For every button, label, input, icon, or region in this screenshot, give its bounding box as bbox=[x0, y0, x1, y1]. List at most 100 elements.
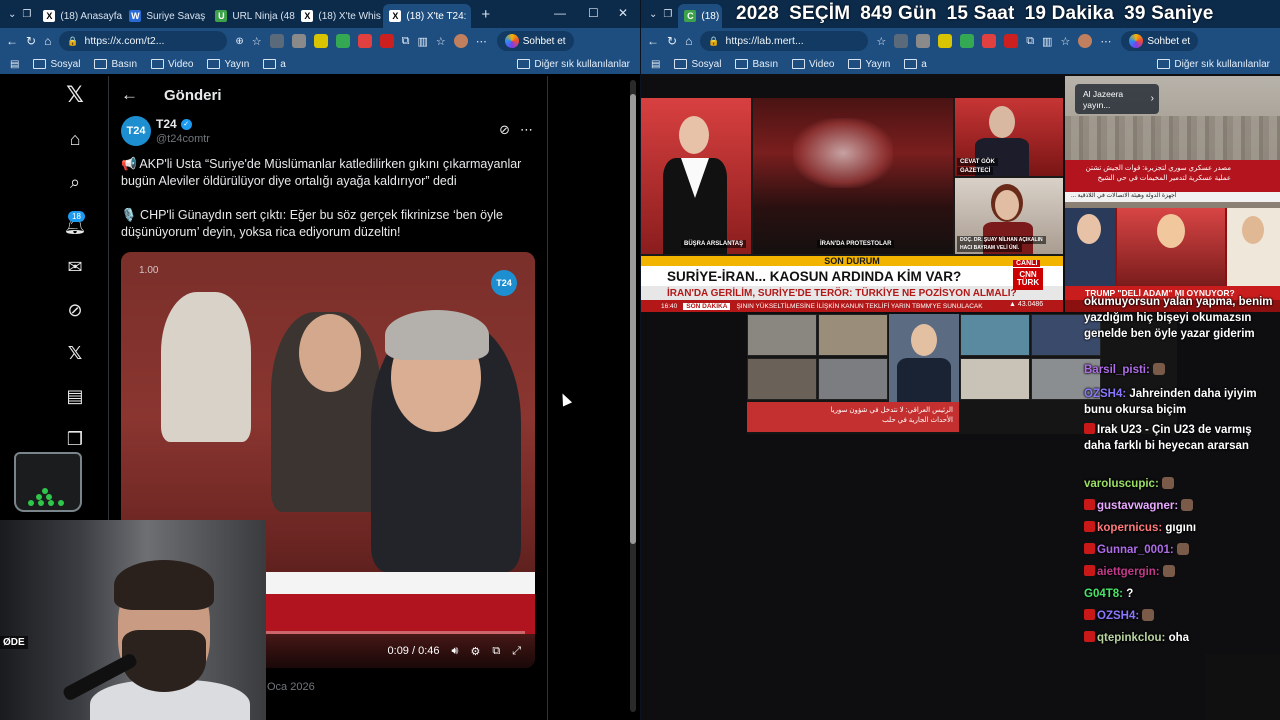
page-scrollbar[interactable] bbox=[630, 80, 636, 712]
chat-username[interactable]: Gunnar_0001: bbox=[1097, 544, 1174, 556]
extension-icon[interactable] bbox=[313, 34, 328, 48]
tab-right-active[interactable]: C (18) C bbox=[678, 4, 723, 28]
bookmark-folder-yayin[interactable]: Yayın bbox=[848, 59, 890, 70]
minimize-icon[interactable]: — bbox=[554, 6, 566, 20]
home-icon[interactable]: ⌂ bbox=[44, 34, 51, 48]
tab-anasayfa[interactable]: X (18) Anasayfa bbox=[37, 4, 123, 28]
favorite-star-icon[interactable]: ☆ bbox=[252, 35, 262, 48]
maximize-icon[interactable]: ☐ bbox=[588, 6, 599, 20]
tab-x-whis[interactable]: X(18) X'te Whis✕ bbox=[295, 4, 383, 28]
volume-icon[interactable]: 🔊︎ bbox=[452, 645, 459, 658]
chat-username[interactable]: qtepinkclou: bbox=[1097, 632, 1165, 644]
author-name[interactable]: T24 ✓ bbox=[156, 117, 192, 131]
extension-icon[interactable] bbox=[894, 34, 909, 48]
chat-username[interactable]: OZSH4: bbox=[1084, 388, 1126, 400]
bookmark-folder-a[interactable]: a bbox=[263, 59, 286, 70]
extension-icon[interactable] bbox=[335, 34, 350, 48]
chat-username[interactable]: G04T8: bbox=[1084, 588, 1123, 600]
copilot-chat-button[interactable]: Sohbet et bbox=[1121, 31, 1199, 51]
home-icon[interactable]: ⌂ bbox=[64, 128, 86, 150]
extension-icon[interactable] bbox=[269, 34, 284, 48]
extension-icon[interactable] bbox=[916, 34, 931, 48]
bookmark-folder-a[interactable]: a bbox=[904, 59, 927, 70]
extension-icon[interactable] bbox=[960, 34, 975, 48]
chat-username[interactable]: gustavwagner: bbox=[1097, 500, 1178, 512]
back-icon[interactable]: ← bbox=[6, 34, 18, 48]
workspaces-icon[interactable]: ❐ bbox=[22, 9, 31, 20]
profile-avatar[interactable] bbox=[1078, 34, 1093, 48]
extension-icon[interactable] bbox=[938, 34, 953, 48]
grok-icon[interactable]: ⊘ bbox=[64, 299, 86, 321]
lists-icon[interactable]: ▤ bbox=[64, 385, 86, 407]
address-bar[interactable]: 🔒 https://x.com/t2... bbox=[59, 31, 228, 51]
chat-username[interactable]: kopernicus: bbox=[1097, 522, 1162, 534]
premium-x-icon[interactable]: 𝕏 bbox=[64, 342, 86, 364]
back-arrow-icon[interactable]: ← bbox=[121, 85, 138, 105]
favorite-star-icon[interactable]: ☆ bbox=[876, 35, 886, 48]
address-bar[interactable]: 🔒 https://lab.mert... bbox=[700, 31, 869, 51]
protest-footage bbox=[753, 98, 953, 254]
mosaic-caption: الرئيس العراقي: لا نتدخل في شؤون سوريا ا… bbox=[747, 402, 959, 432]
bookmark-folder-basin[interactable]: Basın bbox=[94, 59, 137, 70]
tab-menu-icon[interactable]: ⌄ bbox=[649, 9, 657, 20]
tab-x-t24[interactable]: X(18) X'te T24:✕ bbox=[383, 4, 472, 28]
reading-list-icon[interactable]: ▤ bbox=[651, 59, 660, 70]
more-icon[interactable]: ⋯ bbox=[1100, 35, 1111, 48]
home-icon[interactable]: ⌂ bbox=[685, 34, 692, 48]
back-icon[interactable]: ← bbox=[647, 34, 659, 48]
settings-gear-icon[interactable]: ⚙ bbox=[470, 645, 480, 658]
bookmarks-icon[interactable]: ❒ bbox=[64, 428, 86, 450]
more-icon[interactable]: ⋯ bbox=[476, 35, 487, 48]
reload-icon[interactable]: ↻ bbox=[667, 34, 677, 48]
chat-username[interactable]: aiettgergin: bbox=[1097, 566, 1160, 578]
x-logo-icon[interactable]: 𝕏 bbox=[64, 82, 86, 107]
other-favorites[interactable]: Diğer sık kullanılanlar bbox=[1157, 59, 1270, 70]
extensions-puzzle-icon[interactable]: ⧉ bbox=[402, 35, 410, 48]
cnn-turk-stream[interactable]: BÜŞRA ARSLANTAŞ İRAN'DA PROTESTOLAR CEVA… bbox=[641, 98, 1063, 312]
al-jazeera-popup[interactable]: Al Jazeera yayın... › bbox=[1075, 84, 1159, 114]
chat-username[interactable]: Barsil_pisti: bbox=[1084, 364, 1150, 376]
copilot-chat-button[interactable]: Sohbet et bbox=[496, 31, 574, 51]
explore-search-icon[interactable]: ⌕ bbox=[64, 171, 86, 193]
picture-in-picture-icon[interactable]: ⧉ bbox=[492, 645, 500, 658]
extension-icon[interactable] bbox=[357, 34, 372, 48]
bookmark-folder-basin[interactable]: Basın bbox=[735, 59, 778, 70]
split-screen-icon[interactable]: ▥ bbox=[417, 35, 427, 48]
extension-icon[interactable] bbox=[291, 34, 306, 48]
other-favorites[interactable]: Diğer sık kullanılanlar bbox=[517, 59, 630, 70]
split-screen-icon[interactable]: ▥ bbox=[1042, 35, 1052, 48]
profile-avatar[interactable] bbox=[453, 34, 468, 48]
guest2-nameplate-title: HACI BAYRAM VELİ ÜNİ. bbox=[957, 244, 1022, 252]
grok-explain-icon[interactable]: ⊘ bbox=[499, 122, 510, 138]
extension-icon[interactable] bbox=[1004, 34, 1019, 48]
tab-url-ninja[interactable]: UURL Ninja (48)✕ bbox=[209, 4, 295, 28]
bookmark-folder-sosyal[interactable]: Sosyal bbox=[33, 59, 80, 70]
zoom-icon[interactable]: ⊕ bbox=[235, 36, 243, 47]
messages-mail-icon[interactable]: ✉ bbox=[64, 256, 86, 278]
chat-message: G04T8: ? bbox=[1084, 586, 1278, 602]
bookmark-folder-video[interactable]: Video bbox=[792, 59, 834, 70]
scrollbar-thumb[interactable] bbox=[630, 94, 636, 544]
extension-icon[interactable] bbox=[982, 34, 997, 48]
extensions-puzzle-icon[interactable]: ⧉ bbox=[1026, 35, 1034, 48]
extension-icon[interactable] bbox=[379, 34, 394, 48]
bookmark-folder-video[interactable]: Video bbox=[151, 59, 193, 70]
more-options-icon[interactable]: ⋯ bbox=[520, 122, 533, 138]
tab-suriye[interactable]: W Suriye Savaş bbox=[123, 4, 209, 28]
moderator-badge-icon bbox=[1084, 609, 1095, 620]
chat-username[interactable]: OZSH4: bbox=[1097, 610, 1139, 622]
tab-menu-icon[interactable]: ⌄ bbox=[8, 9, 16, 20]
author-avatar[interactable]: T24 bbox=[121, 116, 151, 146]
new-tab-icon[interactable]: + bbox=[481, 6, 490, 23]
bookmark-folder-yayin[interactable]: Yayın bbox=[207, 59, 249, 70]
reading-list-icon[interactable]: ▤ bbox=[10, 59, 19, 70]
bookmark-folder-sosyal[interactable]: Sosyal bbox=[674, 59, 721, 70]
workspaces-icon[interactable]: ❐ bbox=[663, 9, 672, 20]
fullscreen-icon[interactable]: ⤢ bbox=[512, 645, 521, 658]
chat-username[interactable]: varoluscupic: bbox=[1084, 478, 1159, 490]
collections-icon[interactable]: ☆ bbox=[436, 35, 446, 48]
reload-icon[interactable]: ↻ bbox=[26, 34, 36, 48]
author-handle[interactable]: @t24comtr bbox=[156, 133, 210, 145]
close-window-icon[interactable]: ✕ bbox=[618, 6, 628, 20]
collections-icon[interactable]: ☆ bbox=[1060, 35, 1070, 48]
